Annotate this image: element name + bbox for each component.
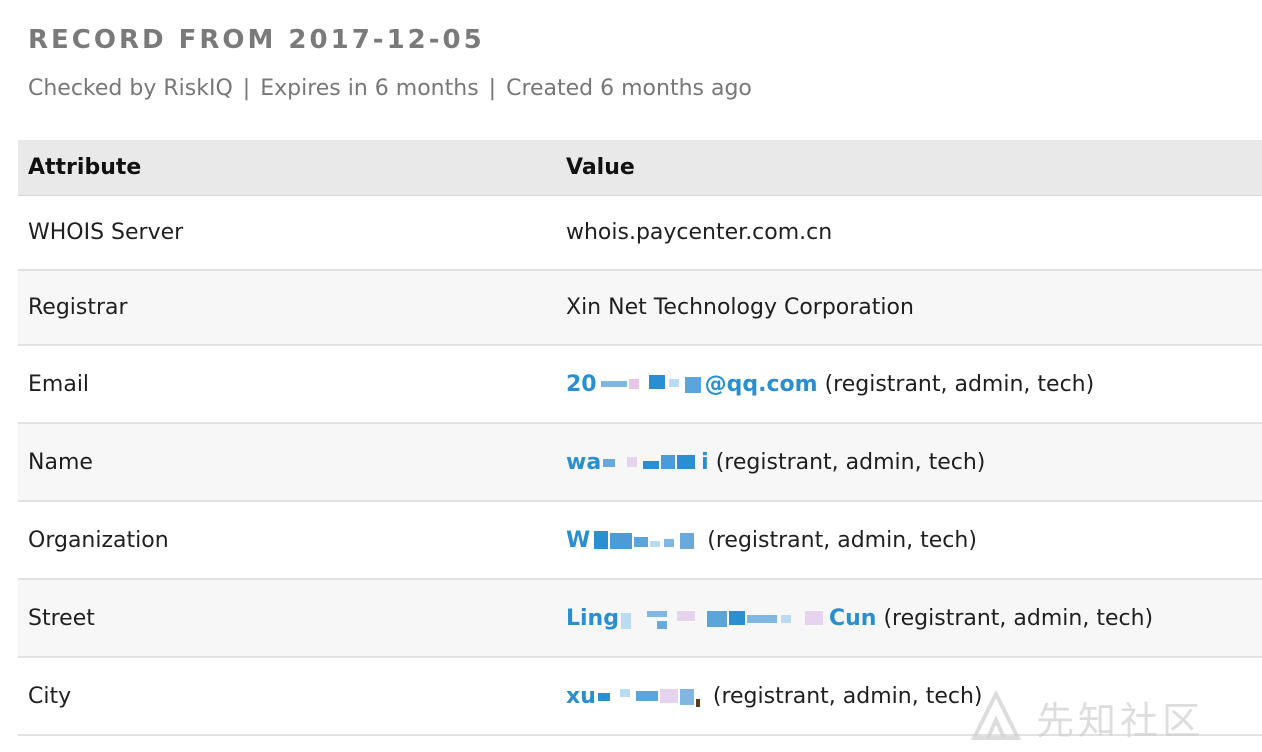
city-roles: (registrant, admin, tech) <box>712 683 983 709</box>
email-link[interactable]: 20 @qq.com <box>566 372 818 397</box>
table-row-street: Street Ling Cun (registrant, admin, tech) <box>18 579 1262 657</box>
watermark-logo-icon <box>970 690 1022 740</box>
street-roles: (registrant, admin, tech) <box>883 605 1154 631</box>
watermark-text: 先知社区 <box>1036 699 1205 743</box>
record-header: RECORD FROM 2017-12-05 Checked by RiskIQ… <box>28 22 1248 104</box>
attribute-cell: Email <box>28 371 90 397</box>
table-row-name: Name wa i (registrant, admin, tech) <box>18 423 1262 501</box>
attribute-cell: Registrar <box>28 295 128 320</box>
redaction-block <box>599 373 703 397</box>
email-roles: (registrant, admin, tech) <box>824 371 1095 397</box>
city-link[interactable]: xu <box>566 684 706 709</box>
table-row-registrar: Registrar Xin Net Technology Corporation <box>18 270 1262 345</box>
name-link-suffix: i <box>701 449 709 475</box>
attribute-cell: Organization <box>28 527 169 553</box>
table-row-email: Email 20 @qq.com (registrant, admin, tech… <box>18 345 1262 423</box>
email-link-suffix: @qq.com <box>704 371 818 397</box>
column-header-value: Value <box>556 140 1262 196</box>
meta-separator: | <box>242 76 251 101</box>
redaction-block <box>592 529 698 553</box>
street-link[interactable]: Ling Cun <box>566 606 876 631</box>
street-link-prefix: Ling <box>566 605 619 631</box>
record-title: RECORD FROM 2017-12-05 <box>28 25 485 55</box>
email-link-prefix: 20 <box>566 371 597 397</box>
created-text: Created 6 months ago <box>506 76 752 101</box>
table-header-row: Attribute Value <box>18 140 1262 196</box>
name-roles: (registrant, admin, tech) <box>715 449 986 475</box>
organization-link-prefix: W <box>566 527 591 553</box>
record-meta: Checked by RiskIQ | Expires in 6 months | Cr… <box>28 74 1248 104</box>
attribute-cell: City <box>28 683 72 709</box>
name-link-prefix: wa <box>566 449 602 475</box>
redaction-block <box>620 607 827 631</box>
redaction-block <box>603 451 699 475</box>
name-link[interactable]: wa i <box>566 450 709 475</box>
attribute-cell: Name <box>28 449 93 475</box>
expires-text: Expires in 6 months <box>260 76 479 101</box>
table-row-whois-server: WHOIS Server whois.paycenter.com.cn <box>18 195 1262 270</box>
table-row-organization: Organization W (registrant, admin, tech) <box>18 501 1262 579</box>
column-header-attribute: Attribute <box>18 140 556 196</box>
redaction-block <box>597 685 704 709</box>
checked-by-text: Checked by RiskIQ <box>28 76 233 101</box>
value-cell: whois.paycenter.com.cn <box>566 219 833 245</box>
attribute-cell: WHOIS Server <box>28 219 184 245</box>
attribute-cell: Street <box>28 605 95 631</box>
whois-table: Attribute Value WHOIS Server whois.payce… <box>18 140 1262 736</box>
organization-link[interactable]: W <box>566 528 700 553</box>
value-cell: wa i (registrant, admin, tech) <box>556 423 1262 501</box>
value-cell: Ling Cun (registrant, admin, tech) <box>556 579 1262 657</box>
value-cell: 20 @qq.com (registrant, admin, tech) <box>556 345 1262 423</box>
city-link-prefix: xu <box>566 683 596 709</box>
value-cell: W (registrant, admin, tech) <box>556 501 1262 579</box>
organization-roles: (registrant, admin, tech) <box>707 527 977 553</box>
value-cell: Xin Net Technology Corporation <box>566 295 914 320</box>
meta-separator: | <box>488 76 497 101</box>
street-link-suffix: Cun <box>828 605 877 631</box>
